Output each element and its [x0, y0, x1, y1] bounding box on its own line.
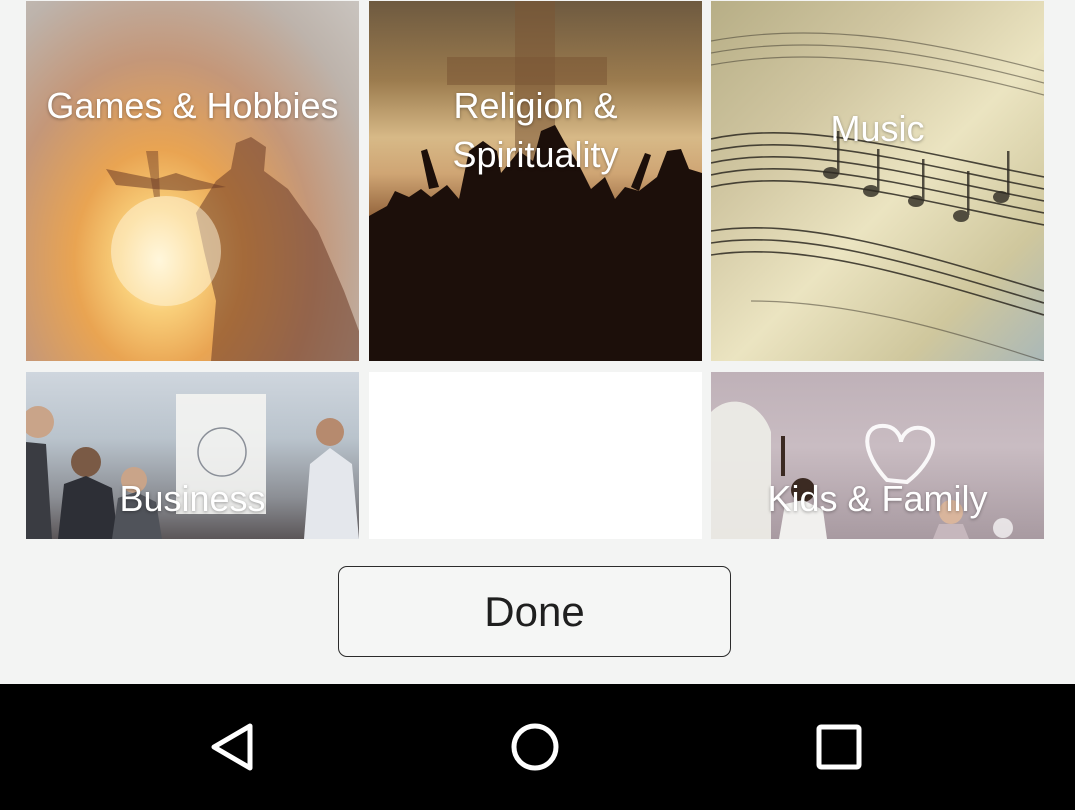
category-tile-business[interactable]: Business	[26, 372, 359, 539]
category-tile-kids-family[interactable]: Kids & Family	[711, 372, 1044, 539]
back-triangle-icon[interactable]	[207, 722, 257, 772]
category-label: Religion & Spirituality	[452, 85, 619, 175]
category-tile-religion-spirituality[interactable]: Religion & Spirituality	[369, 1, 702, 361]
recents-square-icon[interactable]	[814, 722, 864, 772]
music-sheet-image	[711, 32, 1044, 361]
category-label: Music	[830, 107, 925, 149]
religion-spirituality-image	[369, 1, 702, 361]
podcast-category-screen: Games & Hobbies Religion & Spirituality	[0, 0, 1075, 810]
category-label: Business	[119, 478, 266, 519]
home-circle-icon[interactable]	[510, 722, 560, 772]
category-label: Games & Hobbies	[46, 85, 339, 126]
category-label: Kids & Family	[767, 478, 988, 519]
games-hobbies-image	[106, 137, 359, 361]
category-tile-blank[interactable]	[369, 372, 702, 539]
system-navigation-bar	[0, 684, 1075, 810]
category-tile-games-hobbies[interactable]: Games & Hobbies	[26, 1, 359, 361]
category-tile-music[interactable]: Music	[711, 1, 1044, 361]
done-button[interactable]: Done	[338, 566, 731, 657]
